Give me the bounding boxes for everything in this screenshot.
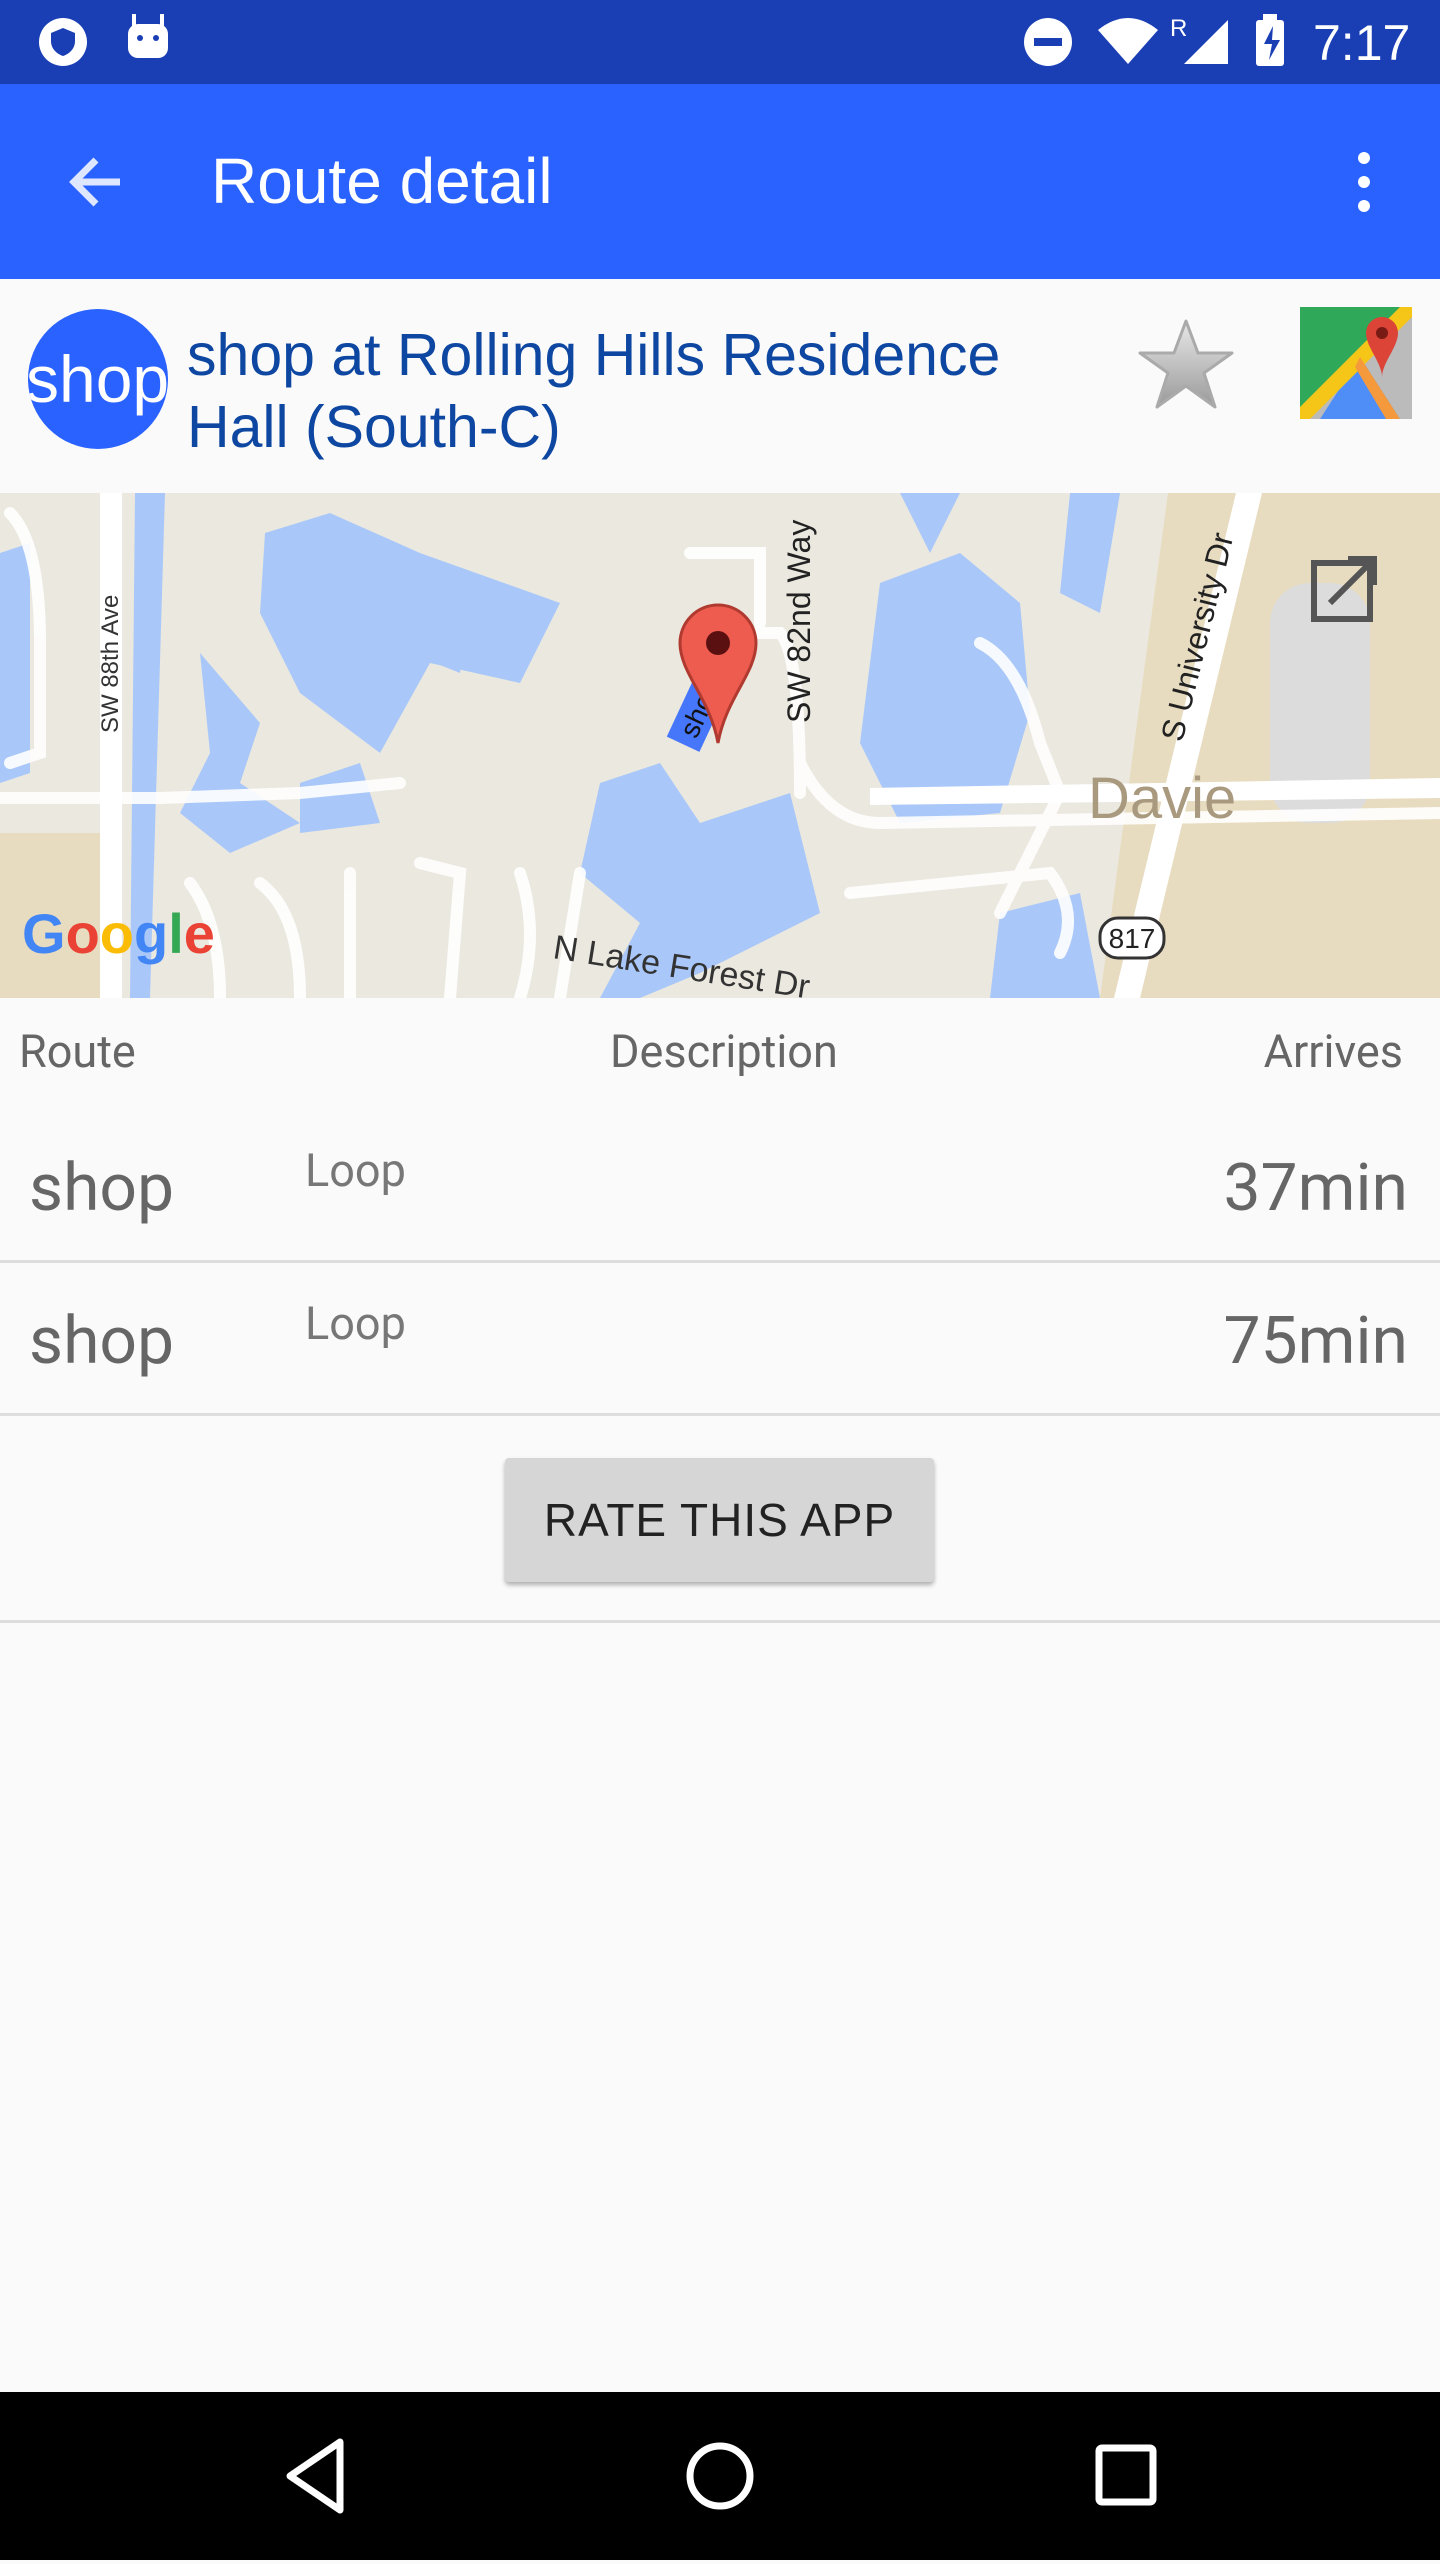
wifi-icon (1098, 18, 1158, 64)
back-nav-icon[interactable] (286, 2438, 344, 2514)
column-header-route: Route (19, 1025, 136, 1078)
svg-text:817: 817 (1109, 923, 1156, 954)
rate-app-button[interactable]: RATE THIS APP (505, 1458, 934, 1582)
do-not-disturb-icon (1024, 18, 1072, 66)
more-vert-icon[interactable] (1346, 146, 1382, 218)
route-avatar: shop (28, 309, 168, 449)
status-icons: R (39, 14, 1284, 66)
arrival-row[interactable]: shop Loop 37min (0, 1110, 1440, 1263)
battery-charging-icon (1256, 14, 1284, 66)
arrival-time: 37min (1223, 1150, 1408, 1227)
route-name: shop (29, 1150, 175, 1227)
clock: 7:17 (1313, 15, 1411, 71)
google-logo: Google (22, 902, 215, 965)
app-bar: Route detail (0, 84, 1440, 279)
arrow-back-icon[interactable] (60, 146, 132, 218)
svg-text:R: R (1170, 15, 1187, 42)
star-icon[interactable] (1136, 315, 1236, 415)
route-name: shop (29, 1303, 175, 1380)
map-view[interactable]: SW 88th Ave SW 82nd Way S University Dr … (0, 493, 1440, 1006)
arrival-time: 75min (1223, 1303, 1408, 1380)
google-maps-icon[interactable] (1300, 307, 1412, 419)
rate-area: RATE THIS APP (0, 1416, 1440, 1623)
signal-icon (1184, 20, 1228, 64)
label-sw88: SW 88th Ave (97, 595, 124, 733)
label-davie: Davie (1088, 766, 1236, 831)
stop-title: shop at Rolling Hills Residence Hall (So… (187, 322, 1001, 460)
recents-nav-icon[interactable] (1095, 2444, 1157, 2506)
status-bar: R 7:17 (0, 0, 1440, 84)
label-sw82: SW 82nd Way (781, 520, 817, 723)
navigation-bar (0, 2392, 1440, 2560)
arrival-row[interactable]: shop Loop 75min (0, 1263, 1440, 1416)
page-title: Route detail (211, 145, 553, 217)
route-description: Loop (305, 1297, 406, 1350)
android-icon (128, 14, 168, 58)
route-description: Loop (305, 1144, 406, 1197)
column-header-description: Description (610, 1025, 838, 1078)
vpn-shield-icon (39, 18, 87, 66)
home-nav-icon[interactable] (686, 2442, 754, 2510)
stop-header: shop shop at Rolling Hills Residence Hal… (0, 279, 1440, 493)
column-header-arrives: Arrives (1263, 1025, 1403, 1078)
